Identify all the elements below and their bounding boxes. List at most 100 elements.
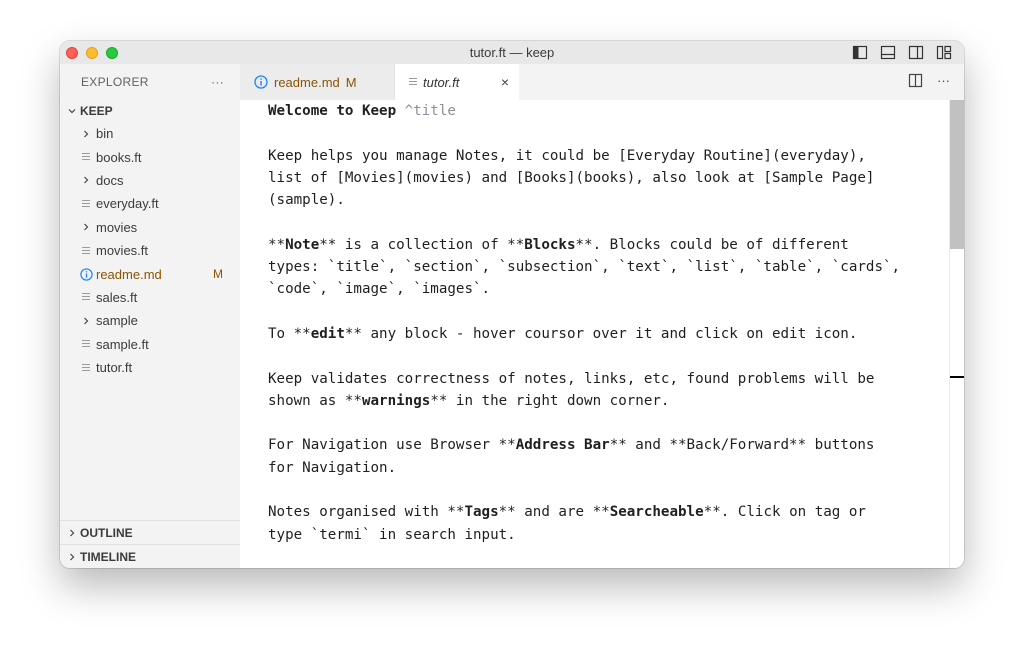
tree-item[interactable]: sales.ft (60, 286, 240, 309)
code-token: To ** (268, 325, 311, 342)
code-content[interactable]: Welcome to Keep ^title Keep helps you ma… (268, 100, 934, 546)
modified-badge: M (345, 74, 357, 90)
tree-item[interactable]: sample (60, 309, 240, 332)
tree-item[interactable]: movies.ft (60, 239, 240, 262)
tree-item[interactable]: docs (60, 169, 240, 192)
code-token: Keep validates correctness of notes, lin… (268, 370, 875, 387)
tab-readme[interactable]: readme.md M (240, 64, 395, 100)
timeline-section[interactable]: TIMELINE (60, 544, 240, 568)
tree-item[interactable]: readme.md M (60, 262, 240, 285)
tree-item-label: everyday.ft (96, 196, 159, 212)
code-token: Keep helps you manage Notes, it could be… (268, 147, 866, 164)
chevron-down-icon (64, 103, 80, 119)
tree-item-label: sample.ft (96, 336, 149, 352)
code-token: for Navigation. (268, 459, 397, 476)
tab-tutor[interactable]: tutor.ft × (395, 64, 519, 100)
code-token: Searcheable (609, 504, 704, 521)
scrollbar-thumb[interactable] (950, 100, 964, 249)
workspace-root[interactable]: KEEP (60, 100, 240, 122)
info-icon (78, 266, 94, 282)
file-tree: bin books.ft docs everyday.ft movies movies.f… (60, 122, 240, 379)
modified-badge: M (213, 267, 223, 282)
tree-item[interactable]: tutor.ft (60, 356, 240, 379)
code-line: Welcome to Keep ^title (268, 100, 934, 122)
code-token: ** and are ** (498, 504, 610, 521)
code-token: (sample). (268, 192, 345, 209)
code-line: (sample). (268, 189, 934, 211)
code-line: Keep validates correctness of notes, lin… (268, 368, 934, 390)
code-token: `code`, `image`, `images`. (268, 281, 491, 298)
tree-item[interactable]: sample.ft (60, 333, 240, 356)
timeline-label: TIMELINE (80, 549, 136, 564)
customize-layout-icon[interactable] (936, 45, 952, 60)
code-token: Tags (464, 504, 499, 521)
workspace-root-label: KEEP (80, 104, 113, 118)
code-line: shown as **warnings** in the right down … (268, 390, 934, 412)
file-lines-icon (78, 149, 94, 165)
outline-section[interactable]: OUTLINE (60, 520, 240, 544)
code-token: edit (310, 325, 345, 342)
code-token: types: `title`, `section`, `subsection`,… (268, 259, 901, 276)
file-lines-icon (409, 78, 417, 86)
tree-item[interactable]: movies (60, 216, 240, 239)
code-line: To **edit** any block - hover coursor ov… (268, 323, 934, 345)
editor-more-actions-button[interactable]: ··· (937, 73, 950, 91)
explorer-sidebar: EXPLORER ··· KEEP bin books.ft docs everyda… (60, 64, 241, 568)
code-line: **Note** is a collection of **Blocks**. … (268, 234, 934, 256)
code-token: Notes organised with ** (268, 504, 465, 521)
tree-item-label: books.ft (96, 149, 142, 165)
code-token: ** any block - hover coursor over it and… (344, 325, 858, 342)
file-lines-icon (78, 196, 94, 212)
tree-item[interactable]: bin (60, 122, 240, 145)
tree-item-label: readme.md (96, 266, 162, 282)
code-token: **. Blocks could be of different (575, 236, 849, 253)
chevron-right-icon (64, 525, 80, 541)
editor-actions: ··· (908, 73, 950, 91)
explorer-header: EXPLORER ··· (60, 64, 240, 100)
code-token: ** in the right down corner. (430, 392, 670, 409)
file-lines-icon (78, 243, 94, 259)
tree-item-label: tutor.ft (96, 360, 133, 376)
code-token: For Navigation use Browser ** (268, 437, 516, 454)
tree-item[interactable]: everyday.ft (60, 192, 240, 215)
code-token: ** and **Back/Forward** buttons (609, 437, 875, 454)
code-line: Keep helps you manage Notes, it could be… (268, 145, 934, 167)
chevron-right-icon (78, 126, 94, 142)
tree-item-label: bin (96, 126, 114, 142)
tab-tutor-label: tutor.ft (423, 74, 460, 90)
editor-window: tutor.ft — keep EXPLORER ··· KEEP bin bo… (60, 41, 964, 568)
toggle-secondary-sidebar-icon[interactable] (908, 45, 924, 60)
code-token: Blocks (524, 236, 576, 253)
tree-item[interactable]: books.ft (60, 145, 240, 168)
file-lines-icon (78, 360, 94, 376)
sidebar-bottom-sections: OUTLINE TIMELINE (60, 520, 240, 568)
code-token: shown as ** (268, 392, 362, 409)
chevron-right-icon (78, 219, 94, 235)
editor-area[interactable]: Welcome to Keep ^title Keep helps you ma… (240, 100, 964, 568)
vertical-scrollbar[interactable] (949, 100, 964, 568)
tree-item-label: docs (96, 172, 124, 188)
code-line: type `termi` in search input. (268, 524, 934, 546)
explorer-title: EXPLORER (81, 75, 149, 89)
close-tab-button[interactable]: × (501, 74, 509, 90)
layout-controls (852, 45, 952, 60)
window-title: tutor.ft — keep (469, 45, 555, 60)
toggle-panel-icon[interactable] (880, 45, 896, 60)
split-editor-icon[interactable] (908, 73, 923, 91)
code-token: type `termi` in search input. (268, 526, 516, 543)
info-icon (254, 75, 268, 89)
code-token: ** (268, 236, 286, 253)
file-lines-icon (78, 289, 94, 305)
tree-item-label: movies (96, 219, 138, 235)
code-token: ** is a collection of ** (319, 236, 525, 253)
explorer-more-actions-button[interactable]: ··· (211, 75, 224, 89)
code-token: Address Bar (515, 437, 610, 454)
overview-ruler-cursor-mark (950, 376, 964, 378)
toggle-primary-sidebar-icon[interactable] (852, 45, 868, 60)
code-token: **. Click on tag or (703, 504, 866, 521)
